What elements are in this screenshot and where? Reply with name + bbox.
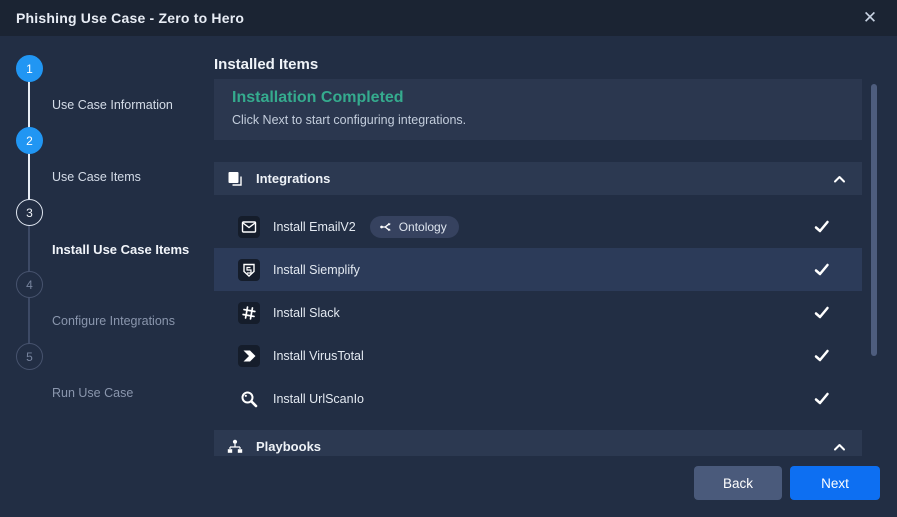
check-icon (813, 347, 830, 369)
check-icon (813, 304, 830, 326)
wizard-stepper: 1 Use Case Information 2 Use Case Items … (0, 36, 214, 517)
close-icon[interactable]: ✕ (857, 5, 883, 31)
modal-titlebar: Phishing Use Case - Zero to Hero ✕ (0, 0, 897, 36)
integrations-section-header[interactable]: Integrations (214, 162, 862, 195)
back-button[interactable]: Back (694, 466, 782, 500)
list-item-siemplify[interactable]: Install Siemplify (214, 248, 862, 291)
org-chart-icon (226, 438, 244, 456)
badge-label: Ontology (399, 220, 447, 234)
playbooks-section-header[interactable]: Playbooks (214, 430, 862, 456)
check-icon (813, 218, 830, 240)
ontology-badge[interactable]: Ontology (370, 216, 459, 238)
install-use-case-modal: Phishing Use Case - Zero to Hero ✕ 1 Use… (0, 0, 897, 517)
item-label: Install Slack (273, 306, 340, 320)
step-2-label[interactable]: Use Case Items (52, 170, 141, 184)
step-1-label[interactable]: Use Case Information (52, 98, 173, 112)
installed-items-list: Integrations Install EmailV2 Ontology (214, 162, 862, 456)
step-4-circle[interactable]: 4 (16, 271, 43, 298)
step-5-label[interactable]: Run Use Case (52, 386, 133, 400)
next-button[interactable]: Next (790, 466, 880, 500)
installation-status-banner: Installation Completed Click Next to sta… (214, 79, 862, 140)
installation-status-subtitle: Click Next to start configuring integrat… (232, 113, 844, 127)
vertical-scrollbar-thumb[interactable] (871, 84, 877, 356)
envelope-icon (238, 216, 260, 238)
step-3-label[interactable]: Install Use Case Items (52, 242, 189, 257)
siemplify-shield-icon (238, 259, 260, 281)
list-item-urlscanio[interactable]: Install UrlScanIo (214, 377, 862, 420)
modal-title: Phishing Use Case - Zero to Hero (16, 10, 244, 26)
step-4-label[interactable]: Configure Integrations (52, 314, 175, 328)
list-item-slack[interactable]: Install Slack (214, 291, 862, 334)
list-item-virustotal[interactable]: Install VirusTotal (214, 334, 862, 377)
item-label: Install Siemplify (273, 263, 360, 277)
chevron-up-icon (832, 172, 847, 190)
item-label: Install EmailV2 (273, 220, 356, 234)
magnifier-icon (238, 388, 260, 410)
section-label: Integrations (256, 171, 330, 186)
step-3-circle[interactable]: 3 (16, 199, 43, 226)
step-1-circle[interactable]: 1 (16, 55, 43, 82)
item-label: Install VirusTotal (273, 349, 364, 363)
check-icon (813, 261, 830, 283)
virustotal-icon (238, 345, 260, 367)
section-label: Playbooks (256, 439, 321, 454)
page-title: Installed Items (214, 56, 318, 73)
step-2-circle[interactable]: 2 (16, 127, 43, 154)
slack-hash-icon (238, 302, 260, 324)
step-5-circle[interactable]: 5 (16, 343, 43, 370)
installation-status-title: Installation Completed (232, 89, 844, 107)
list-item-emailv2[interactable]: Install EmailV2 Ontology (214, 205, 862, 248)
ontology-fork-icon (379, 220, 393, 234)
chevron-up-icon (832, 440, 847, 456)
layers-icon (226, 170, 244, 188)
item-label: Install UrlScanIo (273, 392, 364, 406)
check-icon (813, 390, 830, 412)
